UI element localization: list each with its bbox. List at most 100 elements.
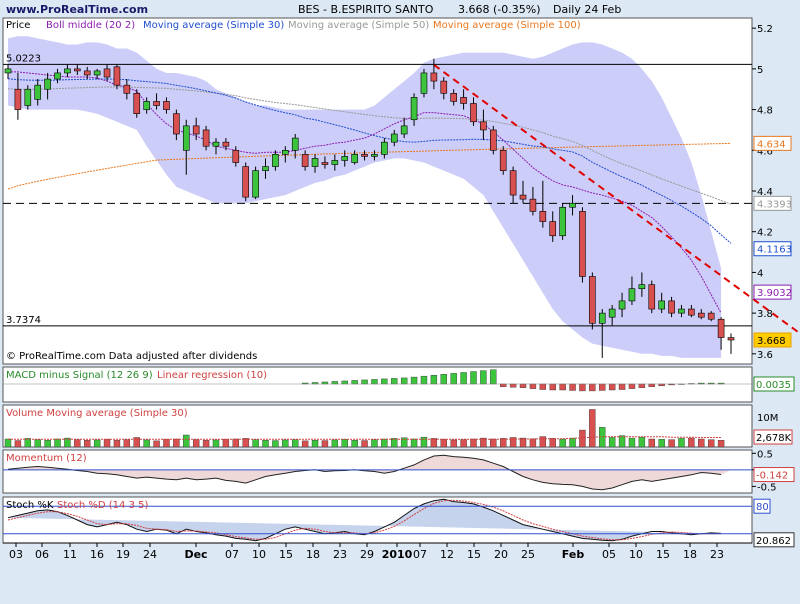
volume-bar [678, 438, 684, 447]
x-tick-label: 10 [252, 548, 266, 561]
candle [332, 160, 338, 164]
x-tick-label: 07 [413, 548, 427, 561]
candle [15, 89, 21, 109]
macd-bar [629, 384, 635, 389]
candle [5, 69, 11, 73]
volume-bar [659, 439, 665, 447]
candle [649, 285, 655, 309]
volume-bar [708, 440, 714, 447]
candle [371, 154, 377, 156]
volume-bar [470, 439, 476, 447]
volume-bar [263, 440, 269, 447]
volume-bar [718, 440, 724, 447]
candle [253, 171, 259, 197]
macd-bar [381, 379, 387, 384]
x-tick-label: 05 [602, 548, 616, 561]
volume-bar [94, 440, 100, 447]
level-label: 5.0223 [6, 53, 41, 64]
candle [114, 67, 120, 85]
macd-bar [490, 370, 496, 384]
legend-entry: Price [6, 20, 30, 31]
volume-bar [649, 439, 655, 447]
momentum-title: Momentum (12) [6, 453, 87, 464]
volume-bar [74, 440, 80, 447]
level-label: 3.7374 [6, 315, 41, 326]
macd-bar [609, 384, 615, 390]
volume-bar [124, 440, 130, 447]
volume-bar [282, 440, 288, 447]
macd-bar [421, 376, 427, 384]
candle [124, 85, 130, 93]
macd-title: MACD minus Signal (12 26 9) [6, 370, 153, 381]
candle [510, 171, 516, 195]
volume-bar [688, 438, 694, 447]
volume-bar [560, 439, 566, 447]
volume-bar [312, 440, 318, 447]
volume-bar [589, 409, 595, 447]
site-name: www.ProRealTime.com [6, 3, 148, 16]
last-value-label: 3.9032 [757, 288, 792, 299]
candle [570, 203, 576, 207]
candle [243, 167, 249, 198]
volume-bar [371, 440, 377, 447]
volume-bar [342, 439, 348, 447]
chart-svg: www.ProRealTime.com BES - B.ESPIRITO SANT… [0, 0, 800, 600]
macd-bar [470, 372, 476, 384]
macd-bar [401, 378, 407, 384]
symbol-title: BES - B.ESPIRITO SANTO [298, 3, 434, 16]
candle [94, 71, 100, 75]
volume-bar [84, 440, 90, 447]
candle [708, 313, 714, 319]
macd-bar [510, 384, 516, 387]
macd-bar [461, 372, 467, 384]
candle [223, 142, 229, 146]
candle [678, 309, 684, 313]
candle [25, 89, 31, 105]
candle [688, 309, 694, 315]
legend-entry: Moving average (Simple 100) [433, 20, 581, 31]
macd-bar [520, 384, 526, 388]
volume-bar [609, 437, 615, 447]
last-value-label: 4.1163 [757, 245, 792, 256]
candle [490, 130, 496, 150]
macd-bar [391, 378, 397, 384]
macd-bar [480, 371, 486, 384]
candle [520, 195, 526, 199]
volume-bar [203, 440, 209, 447]
macd-bar [589, 384, 595, 391]
macd-bar [431, 375, 437, 384]
legend-entry: Moving average (Simple 50) [288, 20, 429, 31]
stoch-k-title: Stoch %K [6, 500, 54, 511]
x-tick-label: 24 [143, 548, 157, 561]
candle [470, 103, 476, 121]
y-tick-label: 3.8 [757, 309, 773, 320]
candle [609, 309, 615, 317]
stoch-d-title: Stoch %D (14 3 5) [57, 500, 148, 511]
candle [322, 163, 328, 165]
y-tick-label: 4.8 [757, 106, 773, 117]
candle [104, 69, 110, 77]
candle [500, 150, 506, 170]
macd-bar [352, 380, 358, 384]
volume-bar [698, 439, 704, 447]
candle [362, 154, 368, 156]
candle [431, 73, 437, 81]
macd-bar [639, 384, 645, 388]
volume-bar [154, 441, 160, 447]
macd-bar [560, 384, 566, 390]
last-value-label: 3.668 [757, 336, 786, 347]
x-tick-label: 11 [63, 548, 77, 561]
candle [203, 130, 209, 146]
macd-bar [599, 384, 605, 390]
macd-bar [362, 380, 368, 384]
candle [411, 97, 417, 119]
candle [163, 101, 169, 109]
candle [579, 211, 585, 276]
candle [292, 138, 298, 150]
candle [134, 93, 140, 113]
macd-bar [322, 382, 328, 384]
stoch-last-value: 20.862 [756, 536, 791, 547]
volume-bar [421, 437, 427, 447]
macd-bar [371, 379, 377, 384]
volume-title: Volume Moving average (Simple 30) [6, 408, 188, 419]
